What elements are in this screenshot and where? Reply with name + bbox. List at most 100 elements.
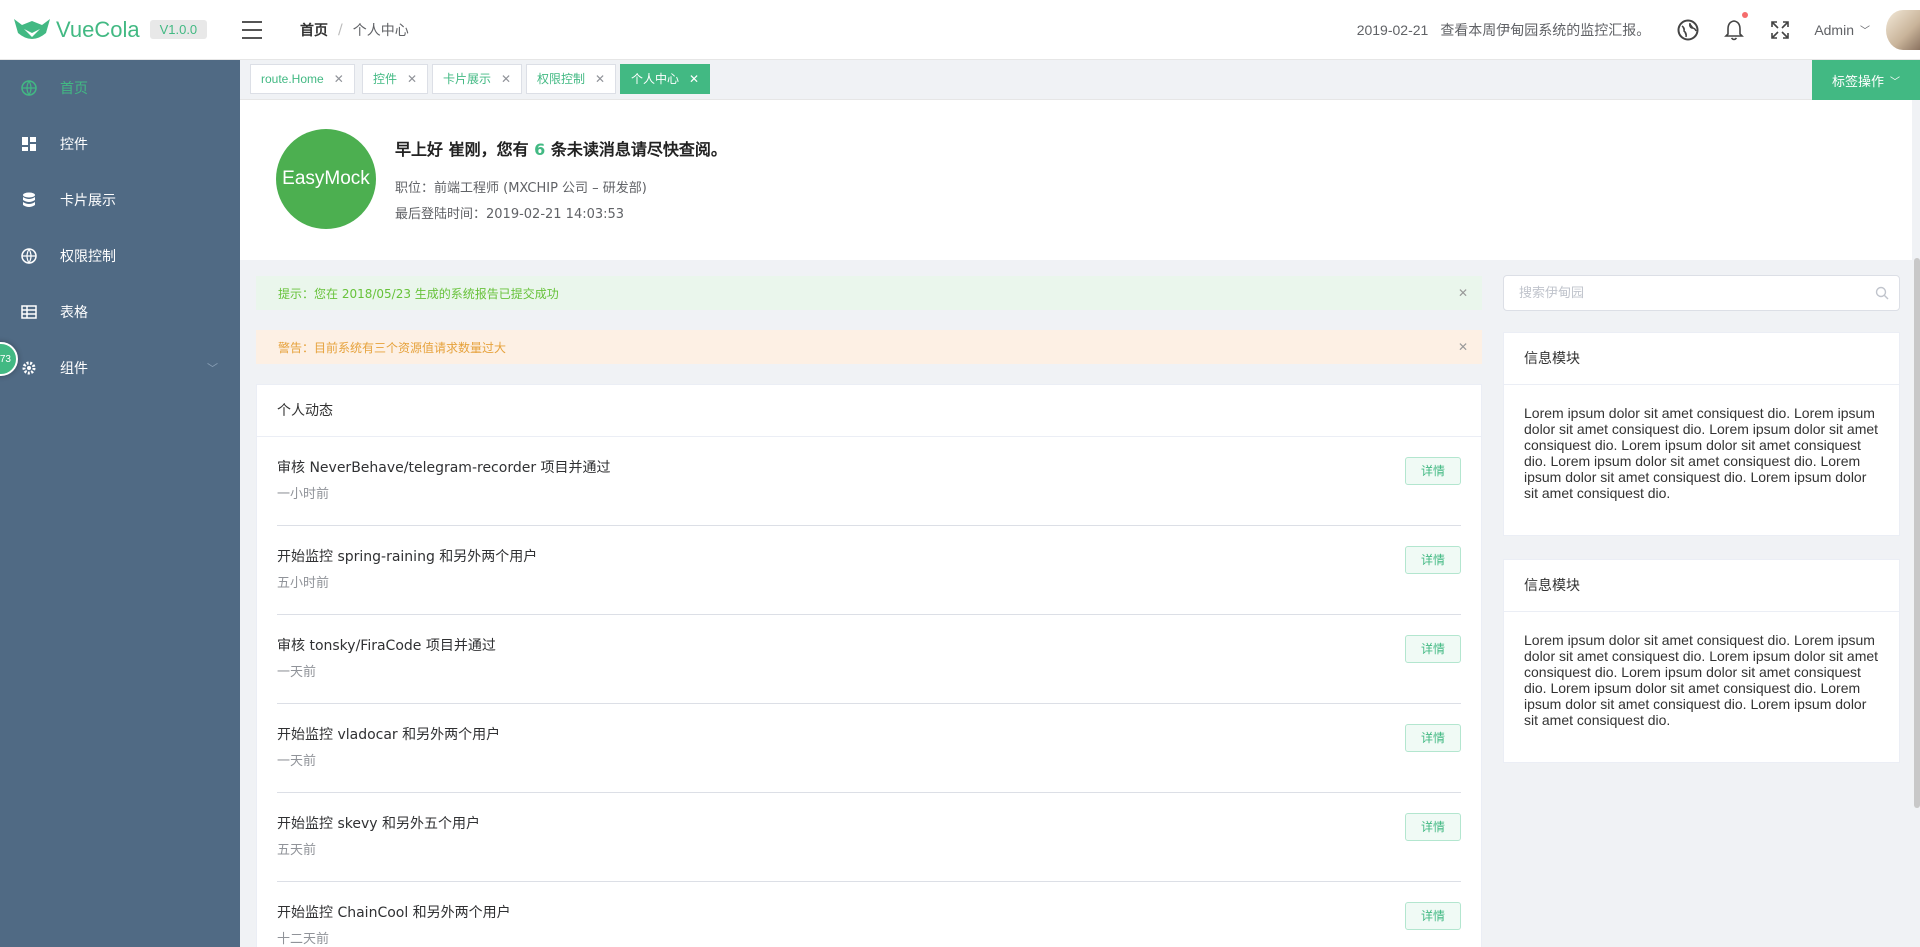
close-icon[interactable]: ✕ <box>595 72 605 86</box>
sidebar-item-label: 首页 <box>60 81 88 97</box>
details-button[interactable]: 详情 <box>1405 724 1461 752</box>
sidebar-item-home[interactable]: 首页 <box>0 60 240 116</box>
menu-toggle-icon[interactable] <box>242 20 264 39</box>
search-input[interactable] <box>1504 276 1899 310</box>
sidebar: 首页 控件 卡片展示 权限控制 表格 组件 ﹀ 73 <box>0 60 240 947</box>
sidebar-item-label: 卡片展示 <box>60 193 116 209</box>
sidebar-item-label: 控件 <box>60 137 88 153</box>
globe-icon <box>20 247 38 265</box>
details-button[interactable]: 详情 <box>1405 457 1461 485</box>
search-icon[interactable] <box>1875 286 1889 300</box>
sidebar-item-components[interactable]: 组件 ﹀ <box>0 340 240 396</box>
close-icon[interactable]: ✕ <box>407 72 417 86</box>
info-module-title: 信息模块 <box>1504 333 1899 385</box>
info-module-title: 信息模块 <box>1504 560 1899 612</box>
activity-card: 个人动态 审核 NeverBehave/telegram-recorder 项目… <box>256 384 1482 947</box>
list-item: 开始监控 spring-raining 和另外两个用户 五小时前 详情 <box>277 526 1461 615</box>
tab-label: route.Home <box>261 72 324 86</box>
success-alert: 提示：您在 2018/05/23 生成的系统报告已提交成功 ✕ <box>256 276 1482 310</box>
tags-view: route.Home ✕ 控件 ✕ 卡片展示 ✕ 权限控制 ✕ 个人中心 ✕ 标签操作 ﹀ <box>240 60 1920 100</box>
tab-permissions[interactable]: 权限控制 ✕ <box>526 64 617 94</box>
logo-mark-icon <box>14 18 50 39</box>
tab-cards[interactable]: 卡片展示 ✕ <box>432 64 523 94</box>
profile-panel: EasyMock 早上好 崔刚，您有 6 条未读消息请尽快查阅。 职位：前端工程… <box>240 100 1912 260</box>
scrollbar[interactable] <box>1914 258 1920 808</box>
activity-text: 审核 NeverBehave/telegram-recorder 项目并通过 <box>277 460 611 476</box>
close-icon[interactable]: ✕ <box>689 72 699 86</box>
tab-label: 权限控制 <box>537 72 586 86</box>
close-icon[interactable]: ✕ <box>334 72 344 86</box>
details-button[interactable]: 详情 <box>1405 546 1461 574</box>
activity-text: 开始监控 vladocar 和另外两个用户 <box>277 727 501 743</box>
tab-label: 卡片展示 <box>443 72 492 86</box>
tab-profile[interactable]: 个人中心 ✕ <box>620 64 711 94</box>
avatar[interactable] <box>1886 9 1920 50</box>
unread-count: 6 <box>534 140 546 159</box>
details-button[interactable]: 详情 <box>1405 813 1461 841</box>
gear-icon <box>20 359 38 377</box>
list-item: 开始监控 ChainCool 和另外两个用户 十二天前 详情 <box>277 882 1461 947</box>
user-menu[interactable]: Admin ﹀ <box>1814 22 1870 38</box>
close-icon[interactable]: ✕ <box>1458 340 1468 354</box>
job-position: 职位：前端工程师 (MXCHIP 公司 – 研发部) <box>395 181 647 196</box>
sidebar-item-permissions[interactable]: 权限控制 <box>0 228 240 284</box>
breadcrumb-home[interactable]: 首页 <box>300 20 328 40</box>
chevron-down-icon: ﹀ <box>1860 26 1870 37</box>
sidebar-item-table[interactable]: 表格 <box>0 284 240 340</box>
sidebar-item-label: 表格 <box>60 305 88 321</box>
globe-icon <box>20 79 38 97</box>
bell-icon[interactable] <box>1722 11 1749 42</box>
info-module-body: Lorem ipsum dolor sit amet consiquest di… <box>1524 632 1879 728</box>
sidebar-item-label: 权限控制 <box>60 249 116 265</box>
greeting-suffix: 条未读消息请尽快查阅。 <box>550 140 727 159</box>
header-notice[interactable]: 查看本周伊甸园系统的监控汇报。 <box>1440 20 1650 40</box>
details-button[interactable]: 详情 <box>1405 902 1461 930</box>
fullscreen-icon[interactable] <box>1768 18 1792 42</box>
tab-label: 个人中心 <box>631 72 680 86</box>
close-icon[interactable]: ✕ <box>1458 286 1468 300</box>
globe-icon[interactable] <box>1676 18 1700 42</box>
sidebar-item-label: 组件 <box>60 361 88 377</box>
sidebar-item-controls[interactable]: 控件 <box>0 116 240 172</box>
tag-operations-button[interactable]: 标签操作 ﹀ <box>1812 60 1920 100</box>
greeting-prefix: 早上好 崔刚，您有 <box>395 140 529 159</box>
database-icon <box>20 191 38 209</box>
activity-title: 个人动态 <box>257 385 1481 437</box>
activity-time: 五天前 <box>277 843 317 858</box>
notification-dot <box>1742 11 1749 18</box>
activity-time: 一小时前 <box>277 487 330 502</box>
list-item: 开始监控 vladocar 和另外两个用户 一天前 详情 <box>277 704 1461 793</box>
info-module-body: Lorem ipsum dolor sit amet consiquest di… <box>1524 405 1879 501</box>
activity-text: 审核 tonsky/FiraCode 项目并通过 <box>277 638 496 654</box>
logo[interactable]: VueCola V1.0.0 <box>0 15 240 45</box>
activity-time: 一天前 <box>277 665 317 680</box>
table-icon <box>20 303 38 321</box>
activity-time: 十二天前 <box>277 932 330 947</box>
activity-text: 开始监控 ChainCool 和另外两个用户 <box>277 905 511 921</box>
activity-text: 开始监控 skevy 和另外五个用户 <box>277 816 480 832</box>
info-module: 信息模块 Lorem ipsum dolor sit amet consique… <box>1503 559 1900 763</box>
breadcrumb-separator: / <box>338 21 343 38</box>
info-module: 信息模块 Lorem ipsum dolor sit amet consique… <box>1503 332 1900 536</box>
list-item: 开始监控 skevy 和另外五个用户 五天前 详情 <box>277 793 1461 882</box>
last-login: 最后登陆时间：2019-02-21 14:03:53 <box>395 207 625 222</box>
search-box <box>1503 275 1900 311</box>
list-item: 审核 NeverBehave/telegram-recorder 项目并通过 一… <box>277 437 1461 526</box>
chevron-down-icon: ﹀ <box>207 362 218 375</box>
greeting: 早上好 崔刚，您有 6 条未读消息请尽快查阅。 <box>395 136 727 160</box>
version-badge: V1.0.0 <box>149 20 208 39</box>
details-button[interactable]: 详情 <box>1405 635 1461 663</box>
user-name: Admin <box>1814 21 1854 38</box>
tag-operations-label: 标签操作 <box>1831 74 1884 90</box>
sidebar-item-cards[interactable]: 卡片展示 <box>0 172 240 228</box>
header-date: 2019-02-21 <box>1356 21 1429 38</box>
profile-avatar: EasyMock <box>276 129 376 229</box>
dashboard-icon <box>20 135 38 153</box>
breadcrumb: 首页 / 个人中心 <box>300 20 409 40</box>
warning-alert-text: 警告：目前系统有三个资源值请求数量过大 <box>278 340 507 355</box>
tab-route-home[interactable]: route.Home ✕ <box>250 64 355 94</box>
activity-text: 开始监控 spring-raining 和另外两个用户 <box>277 549 538 565</box>
close-icon[interactable]: ✕ <box>501 72 511 86</box>
app-name: VueCola <box>56 16 140 42</box>
tab-controls[interactable]: 控件 ✕ <box>362 64 429 94</box>
